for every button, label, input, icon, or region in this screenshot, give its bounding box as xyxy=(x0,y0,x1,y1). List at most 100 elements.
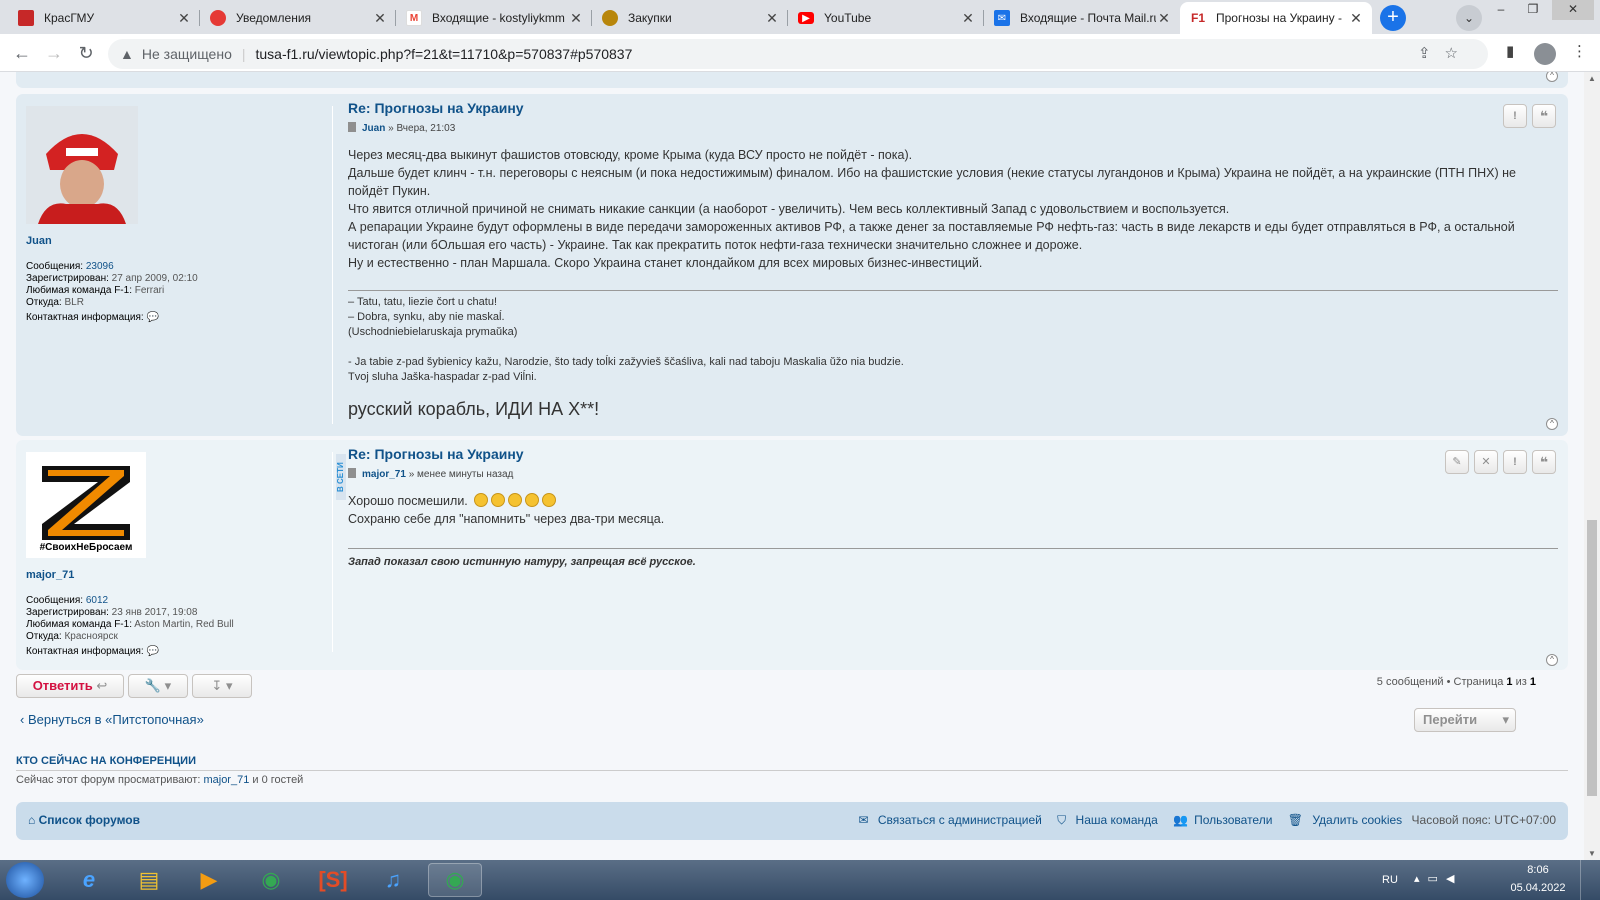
back-to-top-icon[interactable]: ^ xyxy=(1546,418,1558,430)
notifications-favicon-icon xyxy=(210,10,226,26)
close-tab-icon[interactable]: ✕ xyxy=(960,10,976,27)
close-tab-icon[interactable]: ✕ xyxy=(372,10,388,27)
close-window-icon[interactable]: ✕ xyxy=(1552,0,1594,20)
post-profile: #СвоихНеБросаем major_71 Сообщения: 6012… xyxy=(26,452,326,658)
post-icon[interactable] xyxy=(348,122,356,132)
team-link[interactable]: ⛉ Наша команда xyxy=(1051,813,1158,827)
tab-youtube[interactable]: ▶ YouTube ✕ xyxy=(788,2,984,34)
slides-app-icon[interactable]: [S] xyxy=(306,863,360,897)
users-link[interactable]: 👥 Пользователи xyxy=(1167,813,1272,827)
post-author-link[interactable]: Juan xyxy=(362,123,385,134)
post-title[interactable]: Re: Прогнозы на Украину xyxy=(348,100,1558,116)
language-indicator[interactable]: RU xyxy=(1382,874,1398,886)
sidepanel-icon[interactable]: ▮ xyxy=(1506,42,1514,60)
close-tab-icon[interactable]: ✕ xyxy=(1348,10,1364,27)
share-icon[interactable]: ⇪ xyxy=(1418,45,1445,62)
contact-bubble-icon[interactable]: 💬 xyxy=(146,312,158,323)
start-button[interactable] xyxy=(6,862,44,898)
reply-arrow-icon: ↩ xyxy=(96,678,108,693)
messages-count[interactable]: 23096 xyxy=(86,261,114,272)
reply-button[interactable]: Ответить ↩ xyxy=(16,674,124,698)
internet-explorer-icon[interactable]: e xyxy=(62,863,116,897)
tools-dropdown[interactable]: 🔧 ▾ xyxy=(128,674,188,698)
post-icon[interactable] xyxy=(348,468,356,478)
favorite-team: Ferrari xyxy=(134,285,165,296)
back-to-forum-link[interactable]: ‹ Вернуться в «Питстопочная» xyxy=(20,712,204,727)
address-bar[interactable]: ▲ Не защищено | tusa-f1.ru/viewtopic.php… xyxy=(108,39,1488,69)
url-text[interactable]: tusa-f1.ru/viewtopic.php?f=21&t=11710&p=… xyxy=(256,46,633,62)
chrome-icon[interactable]: ◉ xyxy=(244,863,298,897)
contact-admin-link[interactable]: ✉ Связаться с администрацией xyxy=(852,813,1041,827)
show-desktop-button[interactable] xyxy=(1580,860,1600,900)
author-name[interactable]: Juan xyxy=(26,235,326,247)
signature: Запад показал свою истинную натуру, запр… xyxy=(348,548,1558,570)
post-author-link[interactable]: major_71 xyxy=(362,469,406,480)
sort-dropdown[interactable]: ↧ ▾ xyxy=(192,674,252,698)
report-button[interactable]: ! xyxy=(1503,450,1527,474)
favorite-team: Aston Martin, Red Bull xyxy=(134,619,234,630)
tab-title: Входящие - kostyliykmm xyxy=(432,11,565,25)
quote-button[interactable]: ❝ xyxy=(1532,450,1556,474)
bookmark-star-icon[interactable]: ☆ xyxy=(1445,45,1472,62)
security-label[interactable]: Не защищено xyxy=(142,46,232,62)
quote-button[interactable]: ❝ xyxy=(1532,104,1556,128)
close-tab-icon[interactable]: ✕ xyxy=(1156,10,1172,27)
reload-icon[interactable]: ↻ xyxy=(74,42,98,66)
forward-arrow-icon[interactable]: → xyxy=(42,42,66,66)
tab-purchases[interactable]: Закупки ✕ xyxy=(592,2,788,34)
author-name[interactable]: major_71 xyxy=(26,569,326,581)
maximize-icon[interactable]: ❐ xyxy=(1518,0,1548,20)
tab-gmail[interactable]: M Входящие - kostyliykmm ✕ xyxy=(396,2,592,34)
tab-krasgmu[interactable]: КрасГМУ ✕ xyxy=(8,2,200,34)
page-scrollbar[interactable]: ▲ ▼ xyxy=(1584,72,1600,860)
tray-icons[interactable]: ▴▭◀ xyxy=(1414,872,1462,885)
back-to-top-icon[interactable]: ^ xyxy=(1546,72,1558,82)
close-tab-icon[interactable]: ✕ xyxy=(176,10,192,27)
file-explorer-icon[interactable]: ▤ xyxy=(122,863,176,897)
f1-favicon-icon: F1 xyxy=(1190,11,1205,25)
online-badge: В СЕТИ xyxy=(336,454,346,500)
tab-notifications[interactable]: Уведомления ✕ xyxy=(200,2,396,34)
tab-forecasts-active[interactable]: F1 Прогнозы на Украину - ✕ xyxy=(1180,2,1372,34)
chrome-active-icon[interactable]: ◉ xyxy=(428,863,482,897)
profile-avatar[interactable] xyxy=(1534,43,1556,65)
total-pages[interactable]: 1 xyxy=(1530,676,1536,688)
delete-x-icon[interactable]: ✕ xyxy=(1474,450,1498,474)
tab-search-chevron-icon[interactable]: ⌄ xyxy=(1456,5,1482,31)
close-tab-icon[interactable]: ✕ xyxy=(568,10,584,27)
home-icon: ⌂ xyxy=(28,813,36,827)
new-tab-button[interactable]: + xyxy=(1380,5,1406,31)
clock[interactable]: 8:06 05.04.2022 xyxy=(1508,864,1568,894)
who-online-text: Сейчас этот форум просматривают: major_7… xyxy=(16,774,304,786)
online-user-link[interactable]: major_71 xyxy=(203,774,249,786)
juan-avatar[interactable] xyxy=(26,106,138,224)
forum-index-link[interactable]: ⌂ Список форумов xyxy=(28,813,140,827)
close-tab-icon[interactable]: ✕ xyxy=(764,10,780,27)
edit-pencil-icon[interactable]: ✎ xyxy=(1445,450,1469,474)
network-icon: ▭ xyxy=(1427,873,1446,885)
forum-page: ^ Juan Сообщения: 23096 Зарегистрирован:… xyxy=(0,72,1584,860)
scroll-thumb[interactable] xyxy=(1587,520,1597,796)
minimize-icon[interactable]: – xyxy=(1486,0,1516,20)
contact-bubble-icon[interactable]: 💬 xyxy=(146,646,158,657)
gmail-icon: M xyxy=(406,10,422,26)
tab-title: Прогнозы на Украину - xyxy=(1216,11,1342,25)
goto-button[interactable]: Перейти ▾ xyxy=(1414,708,1516,732)
delete-cookies-link[interactable]: 🗑 Удалить cookies xyxy=(1282,813,1402,827)
messages-count[interactable]: 6012 xyxy=(86,595,108,606)
post-title[interactable]: Re: Прогнозы на Украину xyxy=(348,446,1558,462)
registered-date: 27 апр 2009, 02:10 xyxy=(111,273,198,284)
post-body: Re: Прогнозы на Украину Juan » Вчера, 21… xyxy=(348,100,1558,420)
music-app-icon[interactable]: ♫ xyxy=(366,863,420,897)
media-player-icon[interactable]: ▶ xyxy=(182,863,236,897)
footer-bar: ⌂ Список форумов ✉ Связаться с администр… xyxy=(16,802,1568,840)
tab-mailru[interactable]: ✉ Входящие - Почта Mail.ru ✕ xyxy=(984,2,1180,34)
who-online-heading[interactable]: КТО СЕЙЧАС НА КОНФЕРЕНЦИИ xyxy=(16,755,196,767)
post-juan: Juan Сообщения: 23096 Зарегистрирован: 2… xyxy=(16,94,1568,436)
back-to-top-icon[interactable]: ^ xyxy=(1546,654,1558,666)
menu-dots-icon[interactable]: ⋮ xyxy=(1572,42,1587,60)
report-button[interactable]: ! xyxy=(1503,104,1527,128)
back-arrow-icon[interactable]: ← xyxy=(10,42,34,66)
post-previous: ^ xyxy=(16,72,1568,88)
scroll-up-icon: ▲ xyxy=(1588,74,1596,83)
